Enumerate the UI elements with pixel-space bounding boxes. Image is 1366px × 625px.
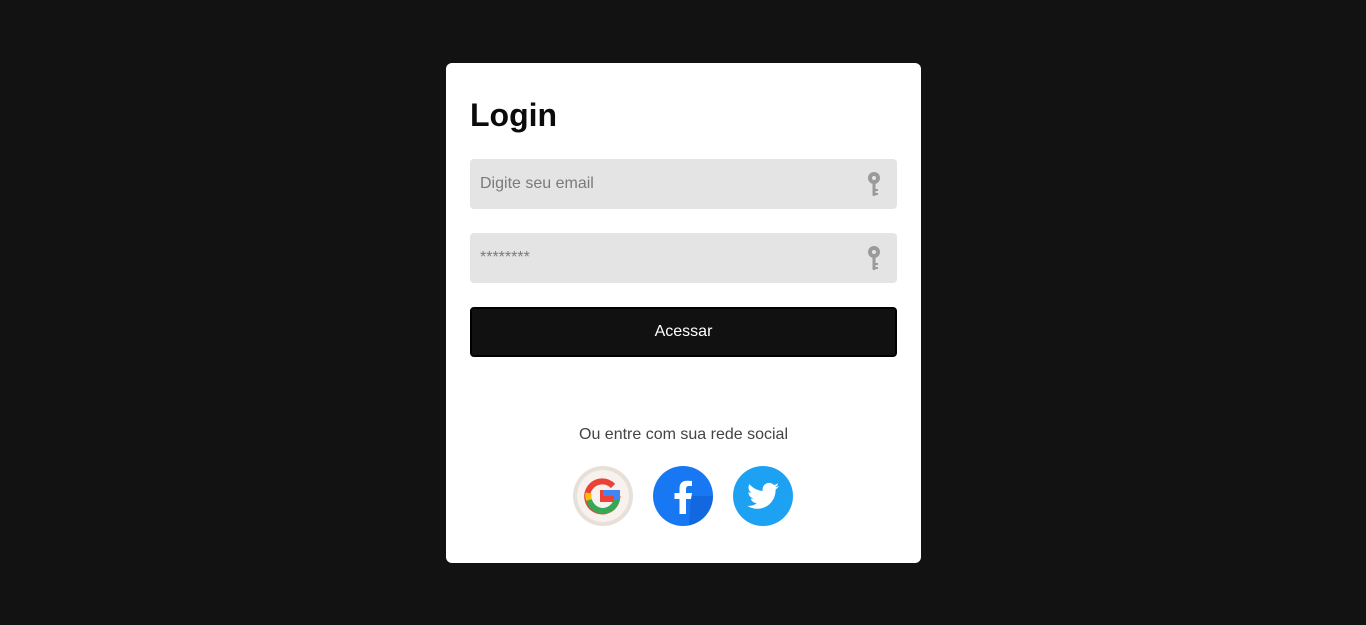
password-field-container [470,233,897,283]
key-icon [868,172,880,196]
social-login-text: Ou entre com sua rede social [579,426,788,443]
submit-button[interactable]: Acessar [470,307,897,357]
google-login-button[interactable] [573,466,633,526]
email-field-container [470,159,897,209]
login-card: Login Acessar Ou entre com sua rede soci… [446,63,921,563]
email-input[interactable] [470,159,850,209]
facebook-icon [653,466,713,526]
password-input[interactable] [470,233,850,283]
twitter-login-button[interactable] [733,466,793,526]
page-title: Login [470,97,558,133]
key-icon [868,246,880,270]
facebook-login-button[interactable] [653,466,713,526]
google-icon [573,466,633,526]
twitter-icon [733,466,793,526]
